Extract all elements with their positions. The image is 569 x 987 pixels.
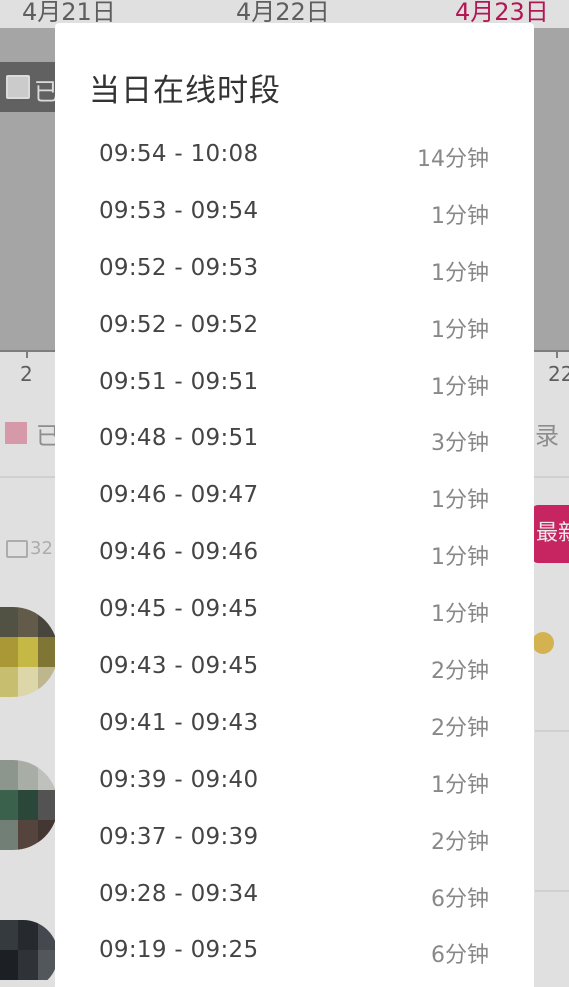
session-duration: 1分钟 [431,203,489,229]
session-duration: 3分钟 [431,431,489,457]
session-duration: 1分钟 [431,772,489,798]
session-row: 09:45 - 09:45 1分钟 [55,584,534,641]
session-time-range: 09:39 - 09:40 [99,766,259,793]
session-time-range: 09:41 - 09:43 [99,709,259,736]
session-row: 09:48 - 09:51 3分钟 [55,413,534,470]
session-row: 09:52 - 09:52 1分钟 [55,300,534,357]
session-duration: 1分钟 [431,488,489,514]
session-row: 09:53 - 09:54 1分钟 [55,186,534,243]
session-duration: 6分钟 [431,886,489,912]
session-time-range: 09:43 - 09:45 [99,653,259,680]
session-row: 09:37 - 09:39 2分钟 [55,812,534,869]
session-row: 09:19 - 09:25 6分钟 [55,925,534,982]
session-duration: 1分钟 [431,545,489,571]
online-sessions-dialog: 当日在线时段 09:54 - 10:08 14分钟 09:53 - 09:54 1分钟… [55,23,534,987]
session-duration: 6分钟 [431,943,489,969]
session-duration: 1分钟 [431,260,489,286]
session-row: 09:51 - 09:51 1分钟 [55,357,534,414]
session-time-range: 09:53 - 09:54 [99,197,259,224]
session-row: 09:43 - 09:45 2分钟 [55,641,534,698]
session-list: 09:54 - 10:08 14分钟 09:53 - 09:54 1分钟 09:52 -… [55,129,534,982]
session-row: 09:46 - 09:46 1分钟 [55,527,534,584]
session-duration: 1分钟 [431,317,489,343]
session-time-range: 09:52 - 09:52 [99,311,259,338]
session-row: 09:41 - 09:43 2分钟 [55,698,534,755]
session-row: 09:46 - 09:47 1分钟 [55,470,534,527]
session-duration: 1分钟 [431,374,489,400]
session-duration: 2分钟 [431,715,489,741]
session-time-range: 09:19 - 09:25 [99,937,259,964]
session-time-range: 09:51 - 09:51 [99,368,259,395]
session-duration: 1分钟 [431,602,489,628]
session-row: 09:54 - 10:08 14分钟 [55,129,534,186]
session-row: 09:28 - 09:34 6分钟 [55,869,534,926]
session-time-range: 09:28 - 09:34 [99,880,259,907]
session-time-range: 09:45 - 09:45 [99,596,259,623]
session-duration: 2分钟 [431,659,489,685]
session-duration: 14分钟 [417,147,489,172]
session-row: 09:52 - 09:53 1分钟 [55,243,534,300]
session-row: 09:39 - 09:40 1分钟 [55,755,534,812]
session-time-range: 09:46 - 09:47 [99,482,259,509]
session-time-range: 09:52 - 09:53 [99,254,259,281]
session-time-range: 09:54 - 10:08 [99,141,259,167]
session-time-range: 09:37 - 09:39 [99,823,259,850]
session-time-range: 09:46 - 09:46 [99,539,259,566]
dialog-title: 当日在线时段 [89,73,281,109]
session-time-range: 09:48 - 09:51 [99,425,259,452]
session-duration: 2分钟 [431,829,489,855]
